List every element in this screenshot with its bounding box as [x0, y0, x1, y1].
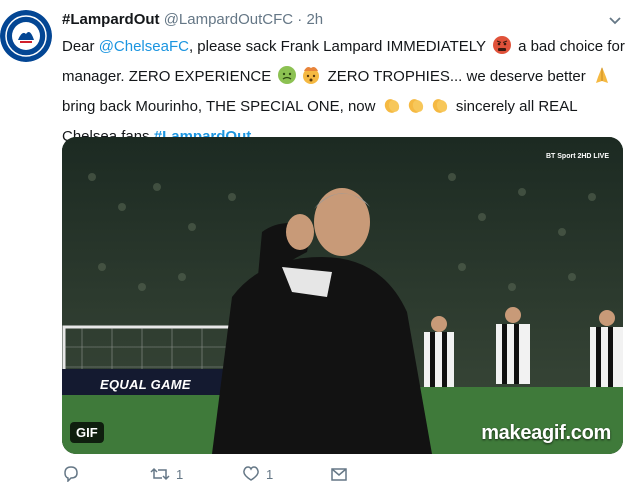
timestamp[interactable]: 2h	[306, 11, 323, 28]
tweet-actions: 1 1	[62, 466, 482, 482]
separator-dot: ·	[297, 11, 303, 28]
reply-icon	[64, 466, 78, 482]
clapping-hands-icon	[406, 95, 426, 124]
tweet-header: #LampardOut @LampardOutCFC · 2h	[62, 11, 323, 28]
share-icon	[331, 468, 347, 481]
nauseated-face-icon	[277, 65, 297, 94]
mention-link[interactable]: @ChelseaFC	[99, 38, 189, 55]
avatar[interactable]	[0, 10, 52, 62]
tweet-text-segment: ZERO TROPHIES... we deserve better	[323, 68, 586, 85]
user-handle[interactable]: @LampardOutCFC	[164, 11, 293, 28]
clapping-hands-icon	[430, 95, 450, 124]
share-button[interactable]	[330, 466, 348, 482]
gif-media[interactable]: BT Sport 2HD LIVE EQUAL GAME GIF makeagi…	[62, 137, 623, 454]
exploding-head-icon	[301, 65, 321, 94]
tweet-text-segment: bring back Mourinho, THE SPECIAL ONE, no…	[62, 98, 376, 115]
display-name[interactable]: #LampardOut	[62, 11, 160, 28]
like-count: 1	[266, 466, 274, 482]
clapping-hands-icon	[382, 95, 402, 124]
retweet-icon	[150, 467, 170, 481]
retweet-button[interactable]: 1	[150, 466, 183, 482]
stadium-scene-image	[62, 137, 623, 454]
ad-board-text: EQUAL GAME	[100, 377, 191, 392]
tweet-text-segment: Dear	[62, 38, 99, 55]
reply-button[interactable]	[62, 466, 86, 482]
makeagif-watermark: makeagif.com	[481, 422, 611, 444]
folded-hands-icon	[592, 65, 612, 94]
angry-face-icon	[492, 35, 512, 64]
like-button[interactable]: 1	[242, 466, 273, 482]
chelsea-crest-icon	[0, 10, 52, 62]
tweet-text-segment: , please sack Frank Lampard IMMEDIATELY	[188, 38, 486, 55]
tweet-text: Dear @ChelseaFC, please sack Frank Lampa…	[62, 34, 632, 150]
broadcaster-logo: BT Sport 2HD LIVE	[545, 153, 609, 160]
heart-icon	[243, 466, 259, 481]
retweet-count: 1	[176, 466, 184, 482]
chevron-down-icon[interactable]	[607, 12, 623, 28]
gif-badge: GIF	[70, 422, 104, 443]
